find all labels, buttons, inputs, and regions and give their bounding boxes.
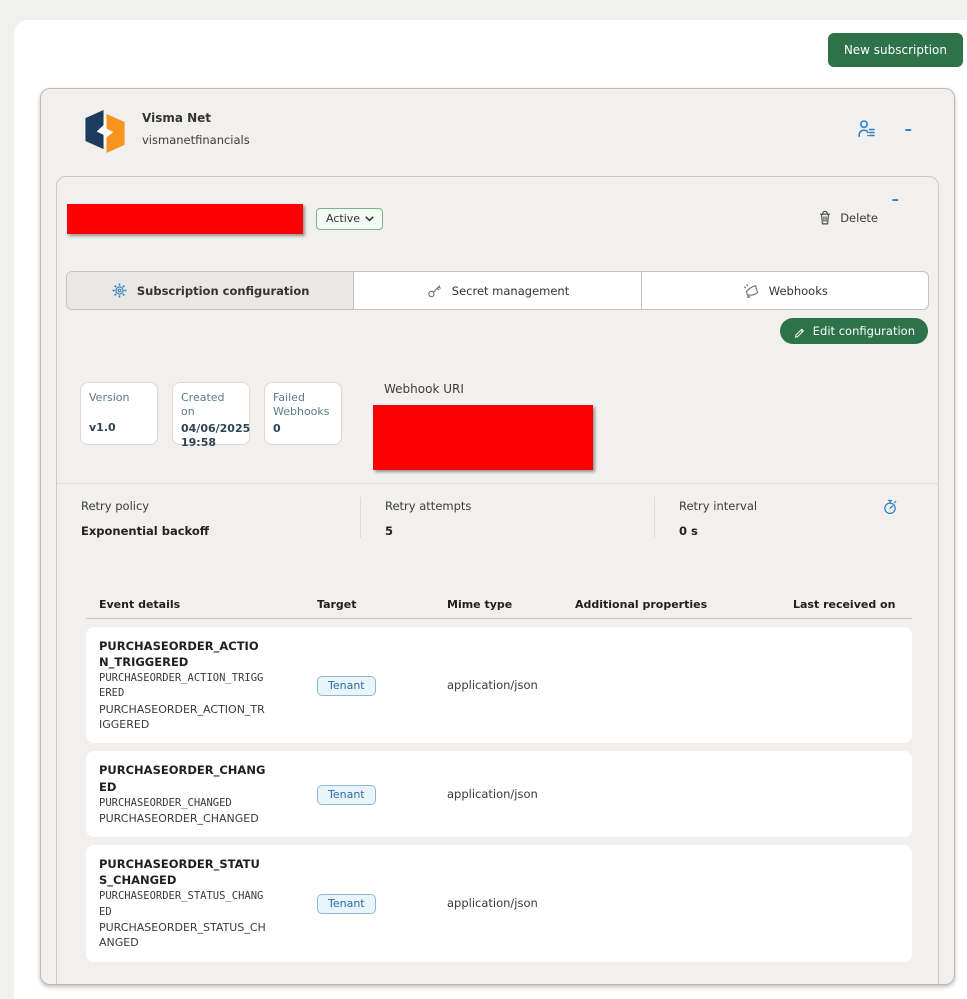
event-code: PURCHASEORDER_CHANGED [99, 796, 232, 809]
column-header: Last received on [793, 598, 896, 611]
app-name: Visma Net [142, 111, 212, 125]
subscription-subheader: Active – Delete [57, 177, 938, 246]
tab-label: Subscription configuration [136, 283, 310, 298]
megaphone-icon [742, 282, 760, 300]
collapse-panel-minus-icon[interactable]: – [892, 192, 900, 207]
stat-label: Failed Webhooks [273, 391, 330, 419]
retry-attempts-value: 5 [385, 524, 394, 538]
status-label: Active [326, 212, 361, 225]
target-cell: Tenant [317, 892, 447, 915]
mime-type-cell: application/json [447, 787, 538, 802]
retry-interval-value: 0 s [679, 524, 698, 538]
event-description: PURCHASEORDER_STATUS_CHANGED [99, 920, 266, 950]
visma-logo-icon [81, 109, 129, 154]
tab-bar: Subscription configuration Secret manage… [66, 271, 929, 310]
target-badge[interactable]: Tenant [317, 894, 376, 915]
events-table: Event details Target Mime type Additiona… [86, 598, 912, 984]
target-cell: Tenant [317, 674, 447, 697]
target-badge[interactable]: Tenant [317, 676, 376, 697]
table-row: PURCHASEORDER_ACTION_TRIGGERED PURCHASEO… [86, 627, 912, 744]
tab-label: Secret management [451, 283, 570, 298]
chevron-down-icon [365, 215, 374, 222]
subscription-name-redacted [67, 204, 303, 234]
events-table-header: Event details Target Mime type Additiona… [86, 598, 912, 619]
delete-button[interactable]: Delete [816, 208, 878, 227]
additional-properties-cell [575, 638, 793, 732]
collapse-card-minus-icon[interactable]: – [905, 122, 913, 137]
tab-secret-management[interactable]: Secret management [354, 272, 642, 309]
column-header: Target [317, 598, 357, 611]
column-header: Additional properties [575, 598, 708, 611]
stat-label: Created on [181, 391, 225, 419]
webhook-uri-redacted [373, 405, 593, 470]
edit-configuration-label: Edit configuration [812, 324, 915, 338]
app-id: vismanetfinancials [142, 133, 250, 147]
stat-label: Version [89, 391, 130, 404]
target-badge[interactable]: Tenant [317, 785, 376, 806]
gear-icon [111, 282, 128, 299]
event-details-cell: PURCHASEORDER_ACTION_TRIGGERED PURCHASEO… [99, 638, 267, 732]
event-description: PURCHASEORDER_CHANGED [99, 811, 259, 825]
stat-card-created-on: Created on 04/06/2025 19:58 [172, 382, 250, 449]
retry-attempts-label: Retry attempts [385, 499, 472, 513]
webhook-uri-block: Webhook URI [373, 382, 593, 470]
mime-type-cell: application/json [447, 896, 538, 911]
additional-properties-cell [575, 856, 793, 950]
column-header: Mime type [447, 598, 513, 611]
stat-card-failed-webhooks: Failed Webhooks 0 [264, 382, 342, 445]
column-header: Event details [99, 598, 181, 611]
event-code: PURCHASEORDER_ACTION_TRIGGERED [99, 672, 264, 700]
event-name: PURCHASEORDER_CHANGED [99, 763, 266, 794]
edit-configuration-button[interactable]: Edit configuration [779, 318, 928, 344]
trash-icon [816, 208, 834, 227]
mime-type-cell: application/json [447, 678, 538, 693]
last-received-cell [793, 856, 912, 950]
retry-policy-value: Exponential backoff [81, 524, 210, 538]
tab-webhooks[interactable]: Webhooks [642, 272, 928, 309]
event-details-cell: PURCHASEORDER_STATUS_CHANGED PURCHASEORD… [99, 856, 267, 950]
stat-value: 04/06/2025 19:58 [181, 421, 251, 450]
stat-value: v1.0 [89, 421, 116, 435]
user-list-icon[interactable] [855, 117, 879, 141]
stopwatch-icon [880, 497, 900, 517]
table-row: PURCHASEORDER_STATUS_CHANGED PURCHASEORD… [86, 845, 912, 962]
retry-policy-label: Retry policy [81, 499, 150, 513]
event-description: PURCHASEORDER_ACTION_TRIGGERED [99, 702, 265, 732]
webhook-uri-label: Webhook URI [384, 382, 464, 396]
event-details-cell: PURCHASEORDER_CHANGED PURCHASEORDER_CHAN… [99, 762, 267, 826]
app-meta: Visma Net vismanetfinancials [142, 111, 250, 147]
stat-card-version: Version v1.0 [80, 382, 158, 445]
additional-properties-cell [575, 762, 793, 826]
subscription-panel: Active – Delete Subscription configurati… [56, 176, 939, 984]
target-cell: Tenant [317, 783, 447, 806]
new-subscription-button[interactable]: New subscription [827, 33, 963, 67]
status-dropdown[interactable]: Active [316, 208, 384, 230]
last-received-cell [793, 638, 912, 732]
event-code: PURCHASEORDER_STATUS_CHANGED [99, 890, 264, 918]
table-row: PURCHASEORDER_CHANGED PURCHASEORDER_CHAN… [86, 751, 912, 838]
tab-label: Webhooks [768, 283, 828, 298]
subscription-card: Visma Net vismanetfinancials – Active – … [40, 88, 955, 985]
pencil-icon [793, 325, 806, 338]
card-header: Visma Net vismanetfinancials – [41, 89, 954, 154]
retry-section: Retry policy Exponential backoff Retry a… [57, 484, 938, 562]
key-icon [426, 282, 443, 299]
event-name: PURCHASEORDER_STATUS_CHANGED [99, 857, 260, 888]
delete-label: Delete [840, 210, 878, 225]
tab-subscription-configuration[interactable]: Subscription configuration [67, 272, 355, 309]
last-received-cell [793, 762, 912, 826]
event-name: PURCHASEORDER_ACTION_TRIGGERED [99, 639, 259, 670]
stat-value: 0 [273, 421, 281, 435]
